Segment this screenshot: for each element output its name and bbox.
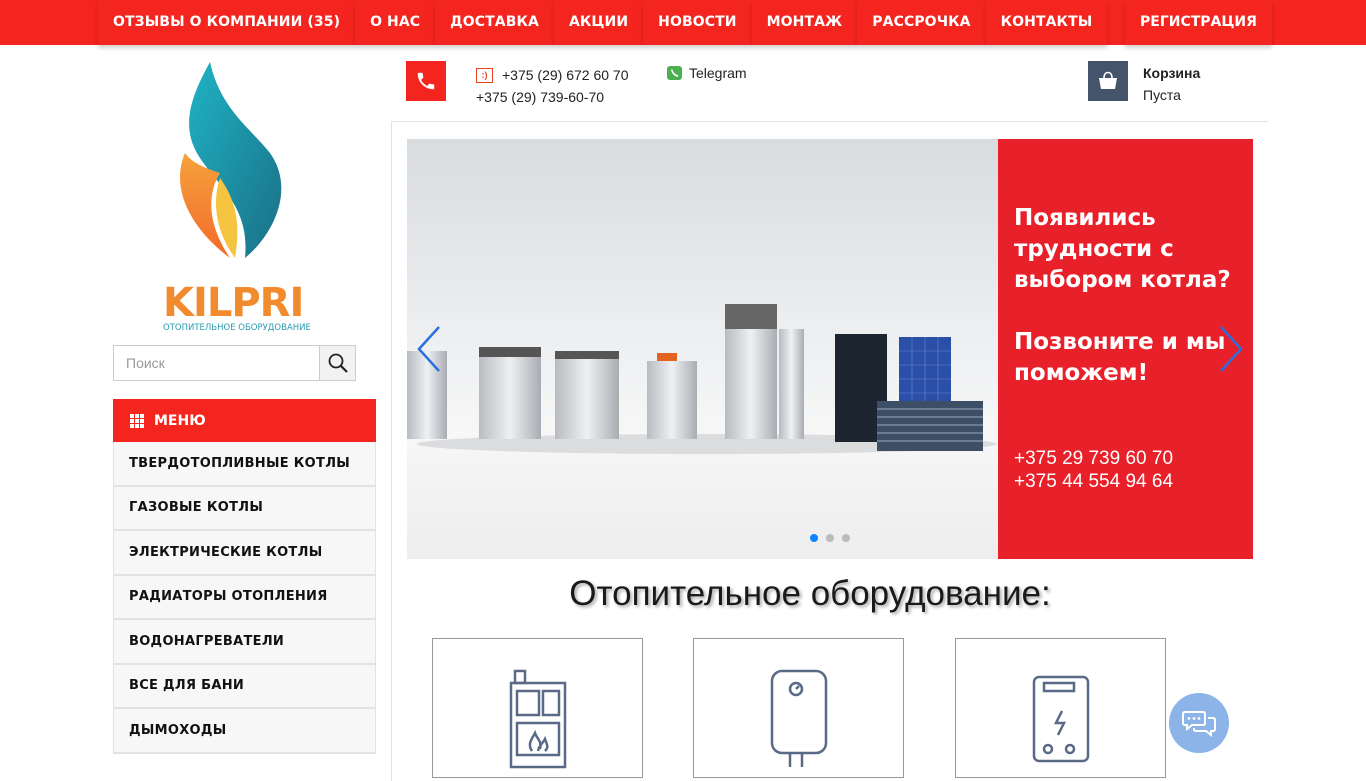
site-logo[interactable]: KILPRI ОТОПИТЕЛЬНОЕ ОБОРУДОВАНИЕ [150,58,311,334]
chat-widget-button[interactable] [1169,693,1229,753]
search-icon [328,353,348,373]
solid-fuel-boiler-icon [509,669,566,769]
slider-dot-1[interactable] [810,534,818,542]
nav-about[interactable]: О НАС [355,0,436,45]
chat-bubbles-icon [1182,711,1216,738]
svg-text:KILPRI: KILPRI [163,280,303,326]
menu-item-solid-fuel-boilers[interactable]: ТВЕРДОТОПЛИВНЫЕ КОТЛЫ [113,442,376,487]
phone-icon [406,61,446,101]
telegram-link[interactable]: Telegram [667,64,747,82]
section-title: Отопительное оборудование: [569,574,1051,613]
slider-pagination [810,534,850,542]
nav-news[interactable]: НОВОСТИ [643,0,752,45]
register-link[interactable]: РЕГИСТРАЦИЯ [1125,0,1272,45]
slider-dot-2[interactable] [826,534,834,542]
nav-reviews[interactable]: ОТЗЫВЫ О КОМПАНИИ (35) [98,0,356,45]
phone-numbers: :) +375 (29) 672 60 70 +375 (29) 739-60-… [476,64,629,108]
mts-operator-icon: :) [476,67,493,83]
menu-header[interactable]: МЕНЮ [113,399,376,442]
category-card-electric-boilers[interactable] [955,638,1166,778]
category-card-water-heaters[interactable] [693,638,904,778]
slider-dot-3[interactable] [842,534,850,542]
menu-item-chimneys[interactable]: ДЫМОХОДЫ [113,709,376,754]
chevron-right-icon[interactable] [1217,325,1245,373]
cart-summary[interactable]: Корзина Пуста [1143,62,1200,106]
svg-text:ОТОПИТЕЛЬНОЕ ОБОРУДОВАНИЕ: ОТОПИТЕЛЬНОЕ ОБОРУДОВАНИЕ [163,323,310,333]
cart-status: Пуста [1143,87,1181,103]
search-input[interactable] [114,346,319,380]
telegram-label: Telegram [689,65,747,81]
menu-title: МЕНЮ [154,412,206,429]
menu-item-sauna[interactable]: ВСЕ ДЛЯ БАНИ [113,664,376,709]
cart-title: Корзина [1143,65,1201,81]
promo-cta: Позвоните и мы поможем! [1014,329,1226,386]
hero-slider: Появились трудности с выбором котла? Поз… [407,139,1253,559]
nav-installments[interactable]: РАССРОЧКА [857,0,986,45]
water-heater-icon [770,669,827,767]
nav-promotions[interactable]: АКЦИИ [553,0,644,45]
promo-phone-a: +375 29 739 60 70 [1014,448,1174,469]
promo-question: Появились трудности с выбором котла? [1014,205,1231,293]
category-card-solid-fuel[interactable] [432,638,643,778]
phone-primary[interactable]: +375 (29) 672 60 70 [502,64,629,86]
grid-icon [130,413,144,428]
promo-headline: Появились трудности с выбором котла? Поз… [1014,203,1244,389]
flame-logo-icon: KILPRI ОТОПИТЕЛЬНОЕ ОБОРУДОВАНИЕ [163,62,311,333]
promo-phone-b: +375 44 554 94 64 [1014,471,1174,492]
nav-installation[interactable]: МОНТАЖ [751,0,858,45]
chevron-left-icon[interactable] [415,325,443,373]
menu-item-gas-boilers[interactable]: ГАЗОВЫЕ КОТЛЫ [113,486,376,531]
category-menu: ТВЕРДОТОПЛИВНЫЕ КОТЛЫ ГАЗОВЫЕ КОТЛЫ ЭЛЕК… [113,442,376,754]
nav-contacts[interactable]: КОНТАКТЫ [985,0,1108,45]
electric-boiler-icon [1032,675,1089,763]
promo-phones: +375 29 739 60 70 +375 44 554 94 64 [1014,447,1173,493]
search-box [113,345,356,381]
menu-item-water-heaters[interactable]: ВОДОНАГРЕВАТЕЛИ [113,620,376,665]
search-button[interactable] [319,346,355,380]
menu-item-electric-boilers[interactable]: ЭЛЕКТРИЧЕСКИЕ КОТЛЫ [113,531,376,576]
nav-delivery[interactable]: ДОСТАВКА [435,0,554,45]
boilers-product-image [407,304,997,454]
messenger-icon [667,66,682,80]
phone-secondary[interactable]: +375 (29) 739-60-70 [476,86,604,108]
main-nav: ОТЗЫВЫ О КОМПАНИИ (35) О НАС ДОСТАВКА АК… [98,0,1108,45]
menu-item-radiators[interactable]: РАДИАТОРЫ ОТОПЛЕНИЯ [113,575,376,620]
promo-panel: Появились трудности с выбором котла? Поз… [998,139,1253,559]
cart-icon[interactable] [1088,61,1128,101]
